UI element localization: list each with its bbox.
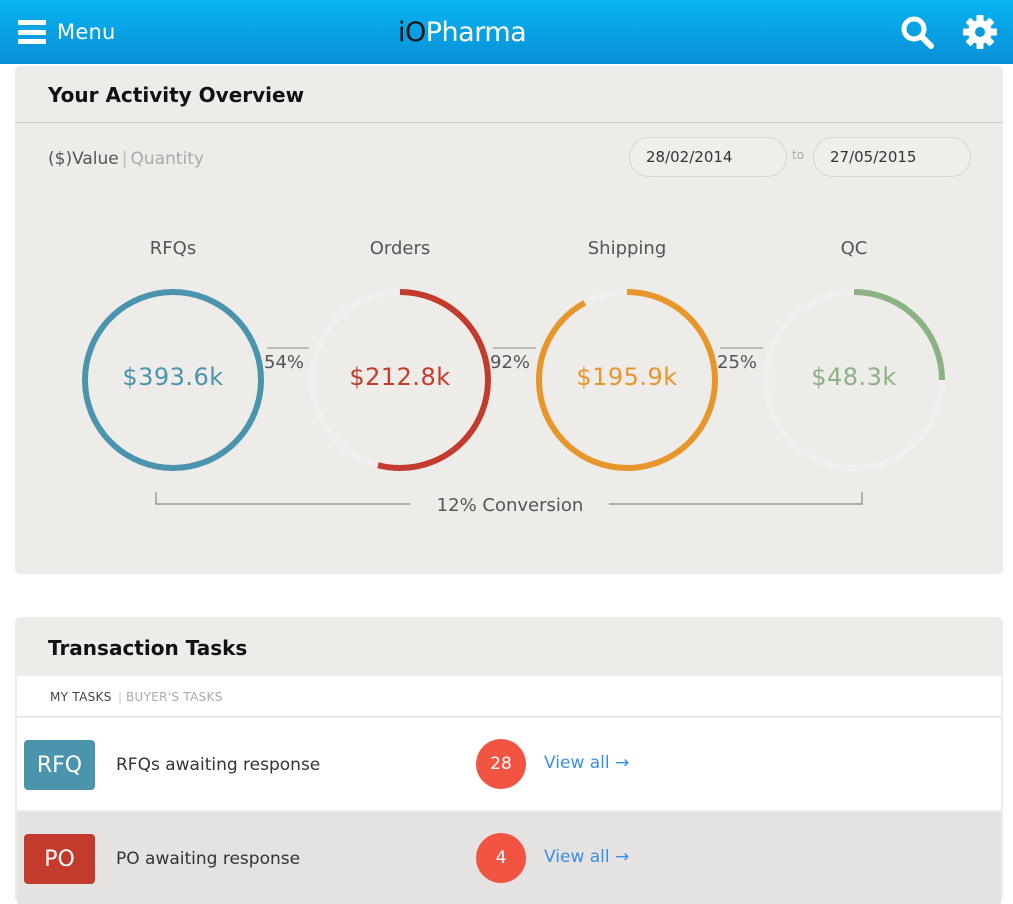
conversion-shipping-qc: 25%: [717, 352, 758, 373]
tab-my-tasks[interactable]: MY TASKS: [50, 690, 112, 704]
brand-prefix: iO: [398, 17, 426, 48]
brand-suffix: Pharma: [425, 17, 527, 48]
conversion-bracket-right: [609, 492, 863, 505]
conversion-bracket-left: [155, 492, 410, 505]
search-button[interactable]: [899, 14, 935, 50]
stage-value-orders: $212.8k: [349, 363, 451, 391]
hamburger-icon: [18, 20, 46, 44]
task-description: PO awaiting response: [116, 849, 301, 869]
conversion-rfq-orders: 54%: [264, 352, 305, 373]
settings-button[interactable]: [962, 14, 998, 50]
menu-button[interactable]: Menu: [18, 16, 115, 48]
conversion-orders-shipping: 92%: [490, 352, 531, 373]
stage-value-qc: $48.3k: [811, 363, 897, 391]
task-row-po: PO PO awaiting response 4 View all →: [17, 812, 1001, 904]
brand-logo: iOPharma: [398, 17, 527, 48]
po-badge: PO: [24, 834, 95, 884]
view-all-rfq-link[interactable]: View all →: [544, 753, 629, 773]
task-count-badge: 4: [476, 833, 526, 883]
search-icon: [901, 16, 934, 49]
task-description: RFQs awaiting response: [116, 755, 321, 775]
tasks-title: Transaction Tasks: [48, 636, 248, 660]
view-all-po-link[interactable]: View all →: [544, 847, 629, 867]
tasks-tabs: MY TASKS | BUYER'S TASKS: [17, 676, 1001, 717]
transaction-tasks-panel: Transaction Tasks MY TASKS | BUYER'S TAS…: [15, 617, 1003, 904]
task-row-rfq: RFQ RFQs awaiting response 28 View all →: [17, 718, 1001, 810]
tab-buyers-tasks[interactable]: BUYER'S TASKS: [126, 690, 223, 704]
total-conversion-label: 12% Conversion: [436, 495, 584, 516]
task-count-badge: 28: [476, 739, 526, 789]
menu-label: Menu: [57, 20, 116, 44]
gear-icon: [963, 15, 997, 49]
activity-overview-panel: Your Activity Overview ($)Value | Quantity…: [15, 66, 1003, 574]
rfq-badge: RFQ: [24, 740, 95, 790]
top-bar: Menu iOPharma: [0, 0, 1013, 64]
tab-separator: |: [118, 690, 123, 704]
stage-value-shipping: $195.9k: [576, 363, 678, 391]
stage-value-rfqs: $393.6k: [122, 363, 224, 391]
